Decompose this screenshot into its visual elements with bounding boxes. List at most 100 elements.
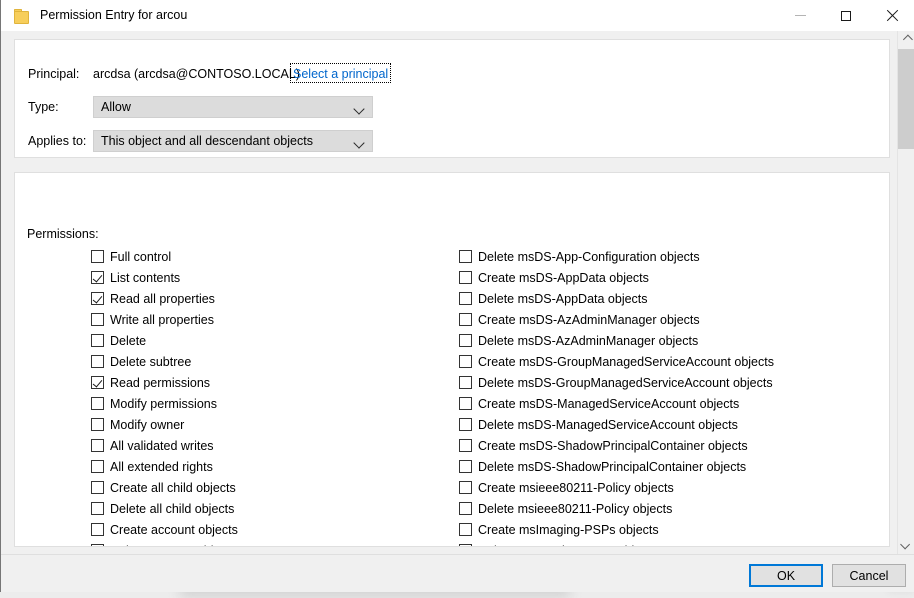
checkbox-icon[interactable] [459,376,472,389]
permission-label: Create msDS-GroupManagedServiceAccount o… [478,354,774,369]
chevron-down-icon[interactable] [898,536,914,553]
chevron-down-icon [353,103,365,115]
permission-row[interactable]: Delete msieee80211-Policy objects [459,498,774,519]
checkbox-icon[interactable] [459,439,472,452]
permission-row[interactable]: Create msImaging-PSPs objects [459,519,774,540]
permission-label: Modify owner [110,417,185,432]
permission-row[interactable]: Delete [91,330,296,351]
checkbox-icon[interactable] [91,460,104,473]
permission-row[interactable]: Create account objects [91,519,296,540]
principal-label: Principal: [28,67,80,81]
applies-to-dropdown[interactable]: This object and all descendant objects [93,130,373,152]
permission-row[interactable]: Full control [91,246,296,267]
permission-row[interactable]: Delete all child objects [91,498,296,519]
checkbox-icon[interactable] [459,418,472,431]
permission-label: Delete msDS-ShadowPrincipalContainer obj… [478,459,747,474]
checkbox-icon[interactable] [91,313,104,326]
permission-row[interactable]: Create msieee80211-Policy objects [459,477,774,498]
permission-label: Delete msieee80211-Policy objects [478,501,673,516]
permission-row[interactable]: Modify permissions [91,393,296,414]
checkbox-icon[interactable] [91,481,104,494]
permission-row[interactable]: Create msDS-ManagedServiceAccount object… [459,393,774,414]
permission-label: All extended rights [110,459,213,474]
checkbox-icon[interactable] [91,523,104,536]
permission-label: Read all properties [110,291,215,306]
permission-row[interactable]: Create msDS-GroupManagedServiceAccount o… [459,351,774,372]
permission-row[interactable]: All validated writes [91,435,296,456]
permission-label: Create msDS-ManagedServiceAccount object… [478,396,740,411]
checkbox-icon[interactable] [459,460,472,473]
checkbox-icon[interactable] [91,250,104,263]
checkbox-icon[interactable] [459,397,472,410]
permission-label: Read permissions [110,375,211,390]
checkbox-checked-icon[interactable] [91,376,104,389]
checkbox-icon[interactable] [91,355,104,368]
checkbox-icon[interactable] [91,439,104,452]
checkbox-checked-icon[interactable] [91,292,104,305]
permission-label: Delete [110,333,147,348]
principal-row: Principal: arcdsa (arcdsa@CONTOSO.LOCAL)… [15,63,889,85]
checkbox-icon[interactable] [459,292,472,305]
principal-value: arcdsa (arcdsa@CONTOSO.LOCAL) [93,67,300,81]
checkbox-icon[interactable] [459,355,472,368]
checkbox-icon[interactable] [459,313,472,326]
permission-label: Create account objects [110,522,238,537]
checkbox-icon[interactable] [91,544,104,546]
applies-to-label: Applies to: [28,134,87,148]
permission-label: Delete msDS-App-Configuration objects [478,249,700,264]
close-icon[interactable] [869,0,914,31]
permission-row[interactable]: Create msDS-AppData objects [459,267,774,288]
permission-row[interactable]: Create all child objects [91,477,296,498]
checkbox-icon[interactable] [91,334,104,347]
maximize-icon[interactable] [823,0,869,31]
permission-row[interactable]: Modify owner [91,414,296,435]
permission-label: Delete all child objects [110,501,235,516]
principal-panel: Principal: arcdsa (arcdsa@CONTOSO.LOCAL)… [14,39,890,158]
permission-row[interactable]: Read all properties [91,288,296,309]
permission-row[interactable]: Delete msDS-AppData objects [459,288,774,309]
cancel-button[interactable]: Cancel [832,564,906,587]
permission-row[interactable]: Delete msImaging-PSPs objects [459,540,774,547]
ok-button[interactable]: OK [749,564,823,587]
permission-label: Delete msImaging-PSPs objects [478,543,657,547]
permission-label: Delete msDS-ManagedServiceAccount object… [478,417,738,432]
checkbox-checked-icon[interactable] [91,271,104,284]
permission-row[interactable]: List contents [91,267,296,288]
select-a-principal-link[interactable]: Select a principal [290,63,392,83]
checkbox-icon[interactable] [459,544,472,546]
checkbox-icon[interactable] [91,502,104,515]
checkbox-icon[interactable] [459,502,472,515]
permission-row[interactable]: Delete msDS-ManagedServiceAccount object… [459,414,774,435]
scrollbar-thumb[interactable] [898,49,914,149]
vertical-scrollbar[interactable] [897,31,914,554]
type-dropdown[interactable]: Allow [93,96,373,118]
checkbox-icon[interactable] [459,523,472,536]
minimize-icon[interactable] [777,0,823,31]
permission-row[interactable]: Delete account objects [91,540,296,547]
checkbox-icon[interactable] [459,271,472,284]
title-bar[interactable]: Permission Entry for arcou [1,0,914,31]
folder-icon [13,8,29,24]
permission-row[interactable]: Create msDS-AzAdminManager objects [459,309,774,330]
permission-row[interactable]: Delete msDS-GroupManagedServiceAccount o… [459,372,774,393]
checkbox-icon[interactable] [459,481,472,494]
permission-row[interactable]: Delete msDS-ShadowPrincipalContainer obj… [459,456,774,477]
permission-label: Create msImaging-PSPs objects [478,522,659,537]
permission-label: All validated writes [110,438,214,453]
permission-row[interactable]: Write all properties [91,309,296,330]
checkbox-icon[interactable] [459,334,472,347]
permission-label: Delete account objects [110,543,236,547]
permissions-column-left: Full control List contents Read all proper… [91,246,296,547]
permission-row[interactable]: Read permissions [91,372,296,393]
checkbox-icon[interactable] [91,397,104,410]
permission-row[interactable]: Delete msDS-App-Configuration objects [459,246,774,267]
permission-row[interactable]: All extended rights [91,456,296,477]
chevron-up-icon[interactable] [898,31,914,48]
dialog-footer: OK Cancel [1,554,914,592]
permission-row[interactable]: Delete msDS-AzAdminManager objects [459,330,774,351]
permission-row[interactable]: Delete subtree [91,351,296,372]
checkbox-icon[interactable] [91,418,104,431]
permission-row[interactable]: Create msDS-ShadowPrincipalContainer obj… [459,435,774,456]
checkbox-icon[interactable] [459,250,472,263]
type-row: Type: Allow [15,96,889,118]
